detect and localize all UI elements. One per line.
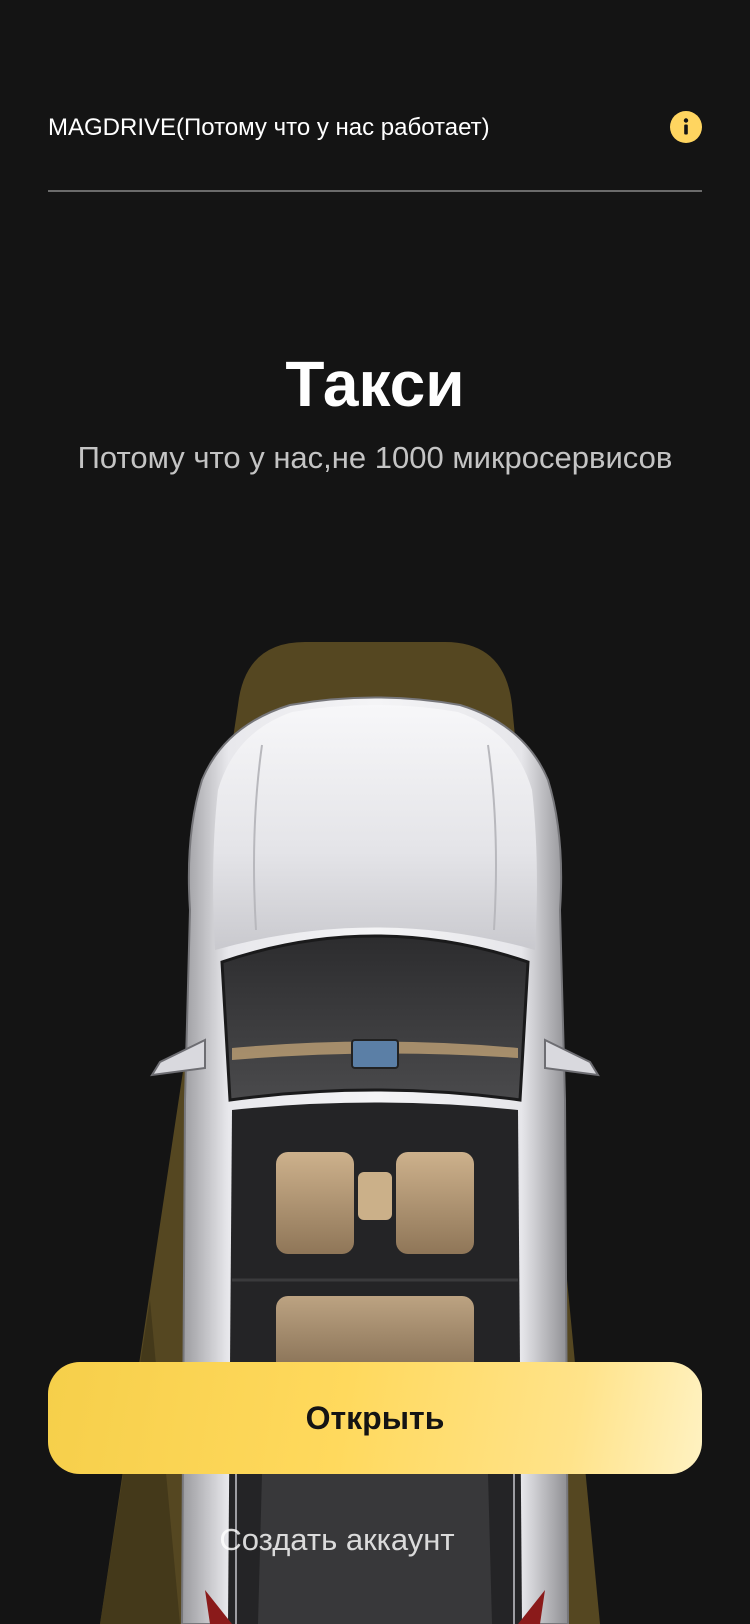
front-seat-left <box>276 1152 354 1254</box>
dashboard-screen <box>351 1039 399 1069</box>
create-account-link[interactable]: Создать аккаунт <box>0 1520 674 1560</box>
hero-subtitle: Потому что у нас,не 1000 микросервисов <box>77 440 673 475</box>
hero-title: Такси <box>285 348 465 420</box>
app-title: MAGDRIVE(Потому что у нас работает) <box>48 114 490 141</box>
car-hood <box>213 705 537 950</box>
car-illustration <box>100 642 600 1624</box>
info-icon <box>683 118 689 135</box>
header: MAGDRIVE(Потому что у нас работает) <box>48 108 702 148</box>
right-mirror <box>544 1038 600 1077</box>
windshield <box>220 934 530 1102</box>
front-seat-right <box>396 1152 474 1254</box>
left-mirror <box>150 1038 206 1077</box>
header-divider <box>48 190 702 192</box>
info-button[interactable] <box>670 111 702 143</box>
open-button[interactable]: Открыть <box>48 1362 702 1474</box>
welcome-screen: MAGDRIVE(Потому что у нас работает) Такс… <box>0 0 750 1624</box>
